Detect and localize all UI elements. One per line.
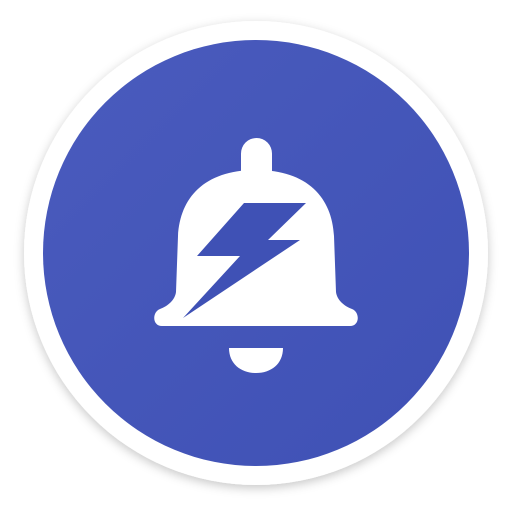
app-icon-canvas: [0, 0, 512, 512]
bell-lightning-icon: [24, 21, 488, 485]
